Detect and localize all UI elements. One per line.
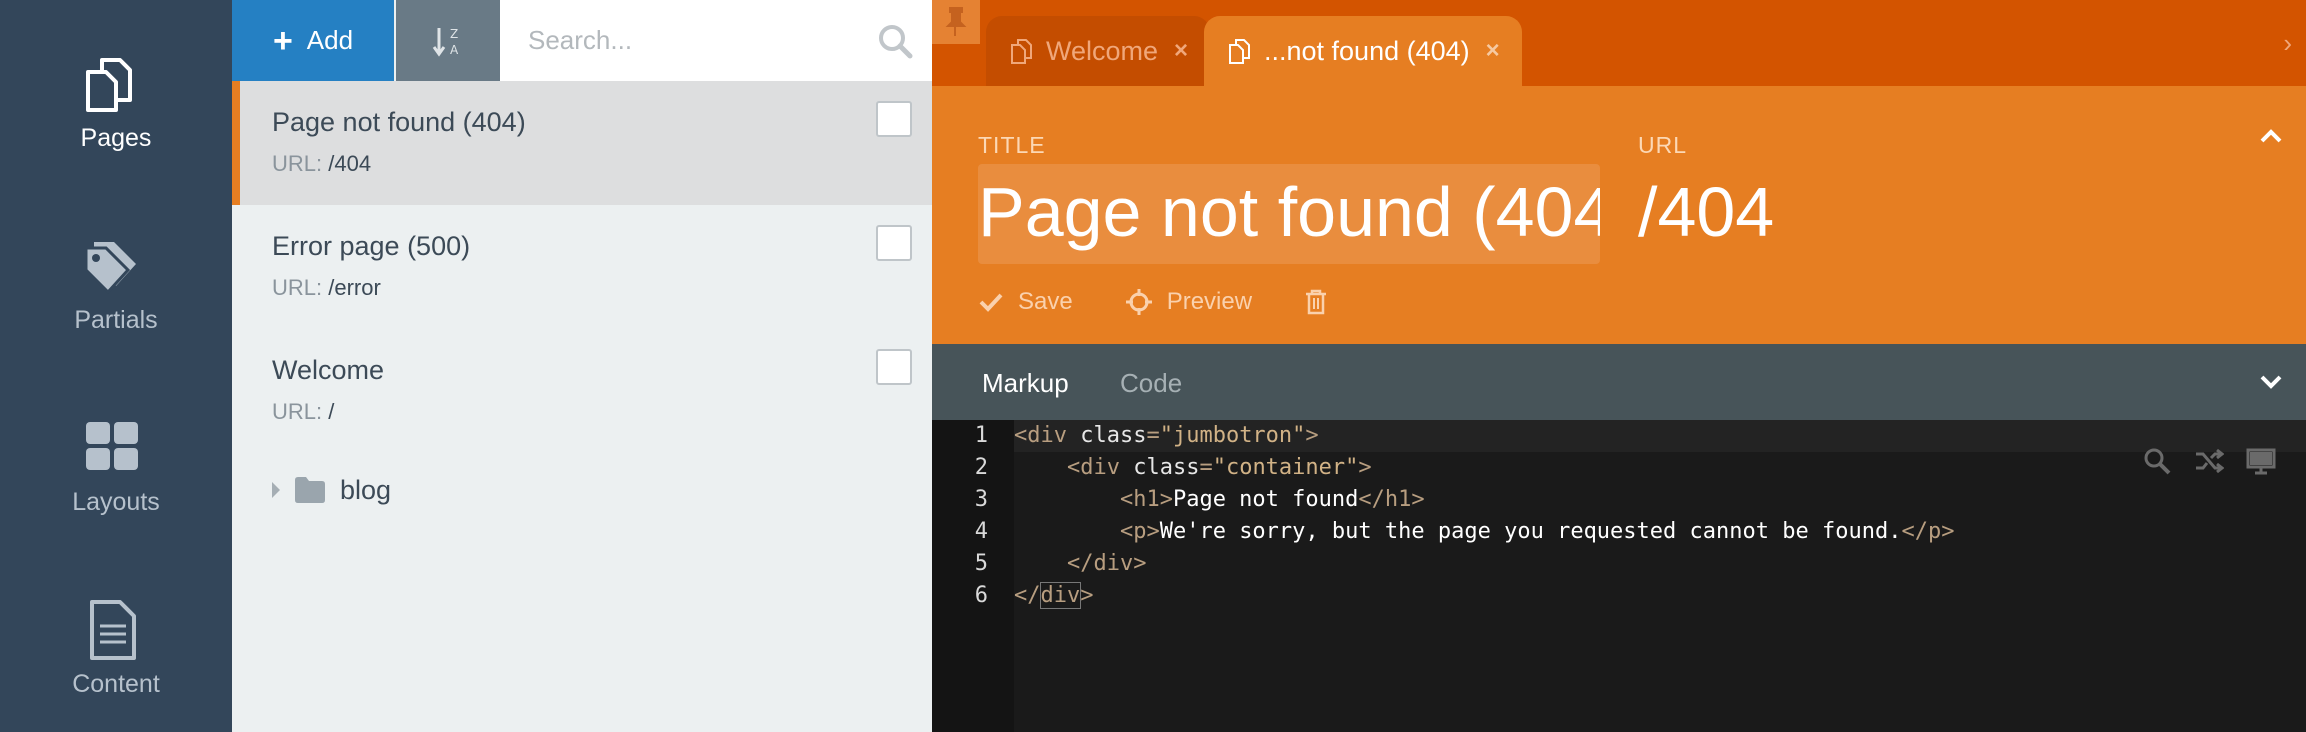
- chevron-up-icon[interactable]: [2256, 122, 2286, 152]
- tab-bar: Welcome × ...not found (404) × ›: [932, 0, 2306, 86]
- list-item-checkbox[interactable]: [876, 101, 912, 137]
- list-item[interactable]: Error page (500) URL: /error: [232, 205, 932, 329]
- tab-page-not-found[interactable]: ...not found (404) ×: [1204, 16, 1522, 86]
- search-icon[interactable]: [876, 22, 914, 60]
- line-number: 1: [974, 423, 988, 448]
- folder-item-blog[interactable]: blog: [272, 466, 391, 514]
- code-line: <div class="jumbotron">: [1014, 423, 1319, 448]
- list-item-title: Welcome: [272, 355, 385, 385]
- line-number-gutter: 1 2 3 4 5 6: [932, 420, 1014, 732]
- page-form: TITLE URL Page not found (404) /404 Save…: [932, 86, 2306, 344]
- crosshair-icon: [1125, 289, 1152, 315]
- form-actions: Save Preview: [978, 282, 1364, 322]
- nav-item-content[interactable]: Content: [0, 546, 232, 728]
- title-input[interactable]: Page not found (404): [978, 164, 1600, 264]
- editor-tools: [2142, 446, 2276, 476]
- add-button-label: Add: [306, 25, 354, 55]
- check-icon: [979, 293, 1003, 312]
- page-list-panel: + Add Z A Page not found (404) URL: /404…: [232, 0, 932, 732]
- line-number: 2: [974, 455, 988, 480]
- title-input-value: Page not found (404): [978, 173, 1600, 251]
- pages-icon: [1229, 39, 1250, 64]
- nav-item-label: Content: [72, 670, 160, 698]
- list-item[interactable]: Page not found (404) URL: /404: [232, 81, 932, 205]
- pages-icon: [1011, 39, 1032, 64]
- tab-code[interactable]: Code: [1120, 368, 1182, 399]
- list-item-checkbox[interactable]: [876, 349, 912, 385]
- code-editor[interactable]: 1 2 3 4 5 6 <div class="jumbotron"> <div…: [932, 420, 2306, 732]
- nav-item-label: Layouts: [72, 488, 160, 516]
- preview-button-label: Preview: [1166, 288, 1253, 315]
- tab-label: ...not found (404): [1264, 35, 1470, 66]
- close-icon[interactable]: ×: [1486, 37, 1500, 65]
- url-input[interactable]: /404: [1638, 172, 1774, 252]
- folder-icon: [295, 477, 325, 503]
- preview-button[interactable]: Preview: [1125, 288, 1252, 316]
- folder-label: blog: [340, 474, 392, 505]
- list-item-url: URL: /404: [272, 151, 372, 176]
- nav-item-partials[interactable]: Partials: [0, 182, 232, 364]
- search-icon[interactable]: [2142, 446, 2172, 476]
- list-item-url: URL: /error: [272, 275, 381, 300]
- main-sidebar: Pages Partials Layouts Content: [0, 0, 232, 732]
- line-number: 5: [974, 551, 988, 576]
- tab-markup[interactable]: Markup: [982, 368, 1069, 399]
- list-item-title: Error page (500): [272, 231, 471, 261]
- tab-welcome[interactable]: Welcome ×: [986, 16, 1210, 86]
- svg-text:A: A: [450, 43, 459, 57]
- code-line: </div>: [1066, 551, 1147, 576]
- nav-item-pages[interactable]: Pages: [0, 0, 232, 182]
- save-button[interactable]: Save: [978, 288, 1073, 316]
- search-box: [500, 0, 932, 81]
- editor-tabs: Markup Code: [932, 344, 2306, 420]
- document-icon: [90, 600, 136, 660]
- expand-triangle-icon[interactable]: [272, 482, 280, 498]
- close-icon[interactable]: ×: [1174, 37, 1188, 65]
- code-line: <h1>Page not found</h1>: [1119, 487, 1425, 512]
- line-number: 4: [974, 519, 988, 544]
- nav-item-label: Partials: [74, 306, 158, 334]
- nav-item-label: Pages: [80, 124, 152, 152]
- list-item[interactable]: Welcome URL: /: [232, 329, 932, 453]
- chevron-right-icon[interactable]: ›: [2283, 28, 2292, 59]
- trash-icon: [1306, 289, 1327, 315]
- url-label: URL: [1638, 132, 1688, 158]
- line-number: 3: [974, 487, 988, 512]
- line-number: 6: [974, 583, 988, 608]
- sort-alpha-icon: Z A: [432, 27, 459, 57]
- add-button[interactable]: + Add: [232, 0, 394, 81]
- tag-icon: [84, 242, 136, 295]
- svg-text:Z: Z: [450, 27, 458, 41]
- editor-area: Welcome × ...not found (404) × › TITLE U…: [932, 0, 2306, 732]
- monitor-icon[interactable]: [2246, 446, 2276, 476]
- search-input[interactable]: [500, 0, 860, 81]
- chevron-down-icon[interactable]: [2256, 366, 2286, 396]
- tab-label: Welcome: [1046, 35, 1159, 66]
- shuffle-icon[interactable]: [2194, 446, 2224, 476]
- pages-icon: [86, 58, 132, 112]
- pin-icon[interactable]: [932, 0, 980, 44]
- list-item-title: Page not found (404): [272, 107, 526, 137]
- list-item-url: URL: /: [272, 399, 335, 424]
- nav-item-layouts[interactable]: Layouts: [0, 364, 232, 546]
- code-line: </div>: [1014, 582, 1094, 609]
- plus-icon: +: [272, 21, 293, 60]
- list-toolbar: + Add Z A: [232, 0, 932, 81]
- grid-icon: [86, 422, 138, 470]
- save-button-label: Save: [1018, 288, 1073, 315]
- list-item-checkbox[interactable]: [876, 225, 912, 261]
- sort-button[interactable]: Z A: [396, 0, 500, 81]
- title-label: TITLE: [978, 132, 1046, 158]
- code-line: <div class="container">: [1066, 455, 1372, 480]
- delete-button[interactable]: [1304, 288, 1328, 316]
- code-line: <p>We're sorry, but the page you request…: [1119, 519, 1955, 544]
